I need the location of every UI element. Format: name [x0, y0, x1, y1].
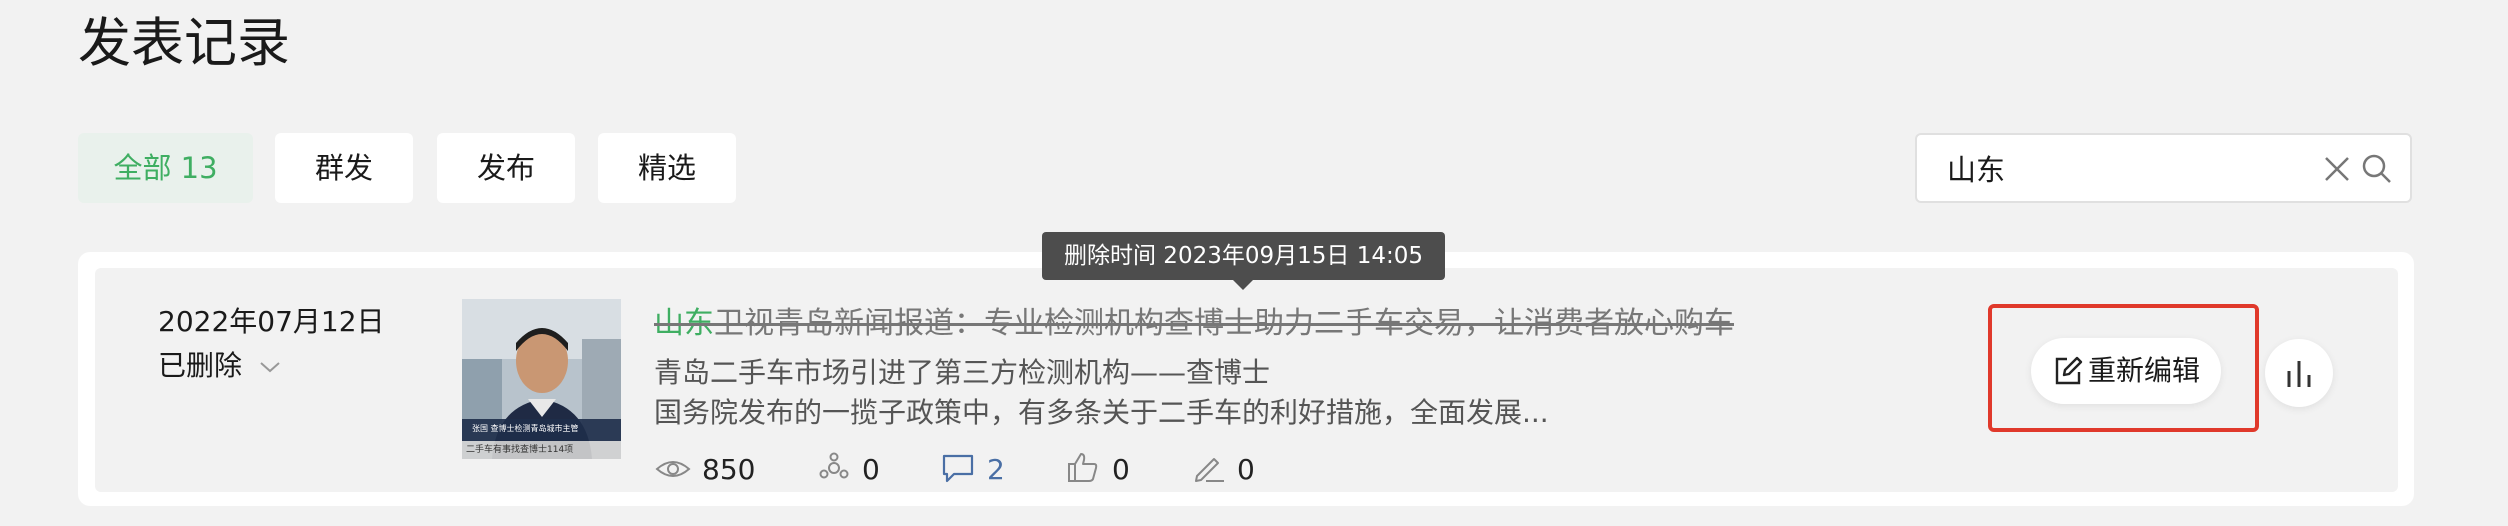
tab-publish[interactable]: 发布 [437, 133, 575, 203]
bar-chart-icon [2287, 361, 2311, 387]
article-summary-line-1: 青岛二手车市场引进了第三方检测机构——查博士 [654, 356, 1271, 389]
publish-date: 2022年07月12日 [158, 305, 385, 338]
stats-button[interactable] [2265, 339, 2333, 407]
chevron-down-icon [260, 362, 280, 373]
tooltip-arrow [1233, 280, 1253, 290]
thumbs-up-icon [1068, 453, 1098, 482]
search-input[interactable] [1947, 135, 2307, 201]
tab-group-send[interactable]: 群发 [275, 133, 413, 203]
search-icon[interactable] [2361, 153, 2393, 185]
reedit-label: 重新编辑 [2088, 354, 2201, 387]
pen-icon [1195, 458, 1224, 482]
close-icon[interactable] [2323, 155, 2351, 183]
comments-count[interactable]: 2 [987, 450, 1005, 490]
title-text: 卫视青岛新闻报道：专业检测机构查博士助力二手车交易，让消费者放心购车 [714, 306, 1734, 341]
reedit-button[interactable]: 重新编辑 [2031, 338, 2221, 404]
article-title[interactable]: 山东卫视青岛新闻报道：专业检测机构查博士助力二手车交易，让消费者放心购车 [654, 302, 1734, 346]
search-box [1915, 133, 2412, 203]
eye-icon [655, 461, 691, 477]
share-icon [819, 452, 849, 479]
shares-count: 0 [862, 453, 880, 486]
status-label: 已删除 [158, 349, 243, 382]
thumbnail-footer: 二手车有事找查博士114项 [466, 445, 574, 455]
likes-count: 0 [1112, 453, 1130, 486]
thumbnail-caption: 张国 查博士检测青岛城市主管 [472, 424, 579, 433]
edit-icon [2055, 356, 2083, 385]
page-title: 发表记录 [78, 13, 290, 74]
edits-count: 0 [1237, 453, 1255, 486]
delete-time-tooltip: 删除时间 2023年09月15日 14:05 [1042, 232, 1445, 280]
article-summary-line-2: 国务院发布的一揽子政策中，有多条关于二手车的利好措施，全面发展... [654, 396, 1549, 429]
title-highlight: 山东 [654, 306, 714, 341]
tab-featured[interactable]: 精选 [598, 133, 736, 203]
tab-all[interactable]: 全部 13 [78, 133, 253, 203]
status-dropdown[interactable]: 已删除 [158, 344, 281, 388]
comment-icon [942, 454, 974, 483]
views-count: 850 [702, 453, 756, 486]
article-thumbnail[interactable]: 张国 查博士检测青岛城市主管 二手车有事找查博士114项 [462, 299, 621, 459]
